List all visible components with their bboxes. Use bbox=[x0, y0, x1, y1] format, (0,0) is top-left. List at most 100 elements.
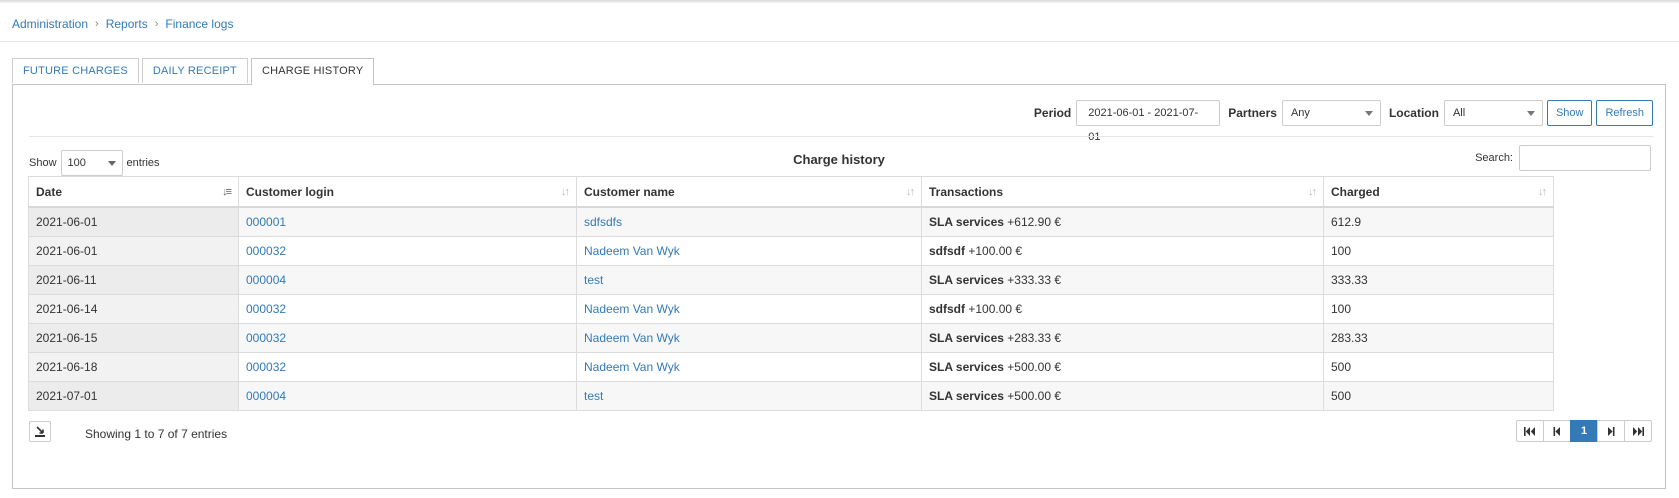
first-page-button[interactable] bbox=[1516, 420, 1544, 442]
tab-future-charges[interactable]: FUTURE CHARGES bbox=[12, 58, 139, 83]
pagination-info: Showing 1 to 7 of 7 entries bbox=[85, 427, 228, 441]
transaction-type: SLA services bbox=[929, 331, 1004, 345]
table-header-row: Date ↓≡ Customer login ↓↑ Customer name ↓↑ … bbox=[28, 176, 1554, 208]
name-cell: sdfsdfs bbox=[576, 206, 922, 237]
column-label: Charged bbox=[1331, 184, 1380, 199]
charge-history-table: Date ↓≡ Customer login ↓↑ Customer name ↓↑ … bbox=[28, 176, 1554, 411]
location-value: All bbox=[1452, 107, 1466, 119]
sort-icon: ↓↑ bbox=[561, 186, 570, 198]
transactions-cell: sdfsdf +100.00 € bbox=[921, 236, 1324, 266]
date-cell: 2021-06-01 bbox=[28, 236, 239, 266]
transaction-type: SLA services bbox=[929, 215, 1004, 229]
next-page-button[interactable] bbox=[1597, 420, 1625, 442]
partners-select[interactable]: Any bbox=[1281, 100, 1381, 126]
search-label: Search: bbox=[1475, 152, 1513, 164]
transactions-cell: SLA services +500.00 € bbox=[921, 381, 1324, 411]
charged-cell: 333.33 bbox=[1323, 265, 1554, 295]
date-cell: 2021-07-01 bbox=[28, 381, 239, 411]
location-select[interactable]: All bbox=[1443, 100, 1543, 126]
period-input[interactable]: 2021-06-01 - 2021-07-01 bbox=[1076, 100, 1221, 143]
customer-name-link[interactable]: Nadeem Van Wyk bbox=[584, 360, 680, 374]
customer-login-link[interactable]: 000004 bbox=[246, 273, 286, 287]
top-shadow bbox=[0, 0, 1679, 3]
caret-down-icon bbox=[1364, 111, 1373, 116]
login-cell: 000032 bbox=[238, 323, 577, 353]
filter-divider bbox=[29, 136, 1653, 137]
caret-down-icon bbox=[1526, 111, 1535, 116]
pagination: 1 bbox=[1516, 420, 1652, 442]
customer-name-link[interactable]: Nadeem Van Wyk bbox=[584, 331, 680, 345]
transactions-cell: sdfsdf +100.00 € bbox=[921, 294, 1324, 324]
refresh-button[interactable]: Refresh bbox=[1596, 100, 1653, 126]
chevron-right-icon: › bbox=[154, 18, 159, 30]
search-control: Search: bbox=[1475, 145, 1651, 171]
date-cell: 2021-06-15 bbox=[28, 323, 239, 353]
prev-page-icon bbox=[1553, 426, 1560, 436]
customer-name-link[interactable]: Nadeem Van Wyk bbox=[584, 302, 680, 316]
column-label: Date bbox=[36, 184, 63, 199]
customer-name-link[interactable]: test bbox=[584, 273, 603, 287]
table-row: 2021-06-15 000032 Nadeem Van Wyk SLA ser… bbox=[28, 323, 1554, 353]
partners-value: Any bbox=[1290, 107, 1310, 119]
charged-cell: 283.33 bbox=[1323, 323, 1554, 353]
login-cell: 000032 bbox=[238, 236, 577, 266]
next-page-icon bbox=[1608, 426, 1615, 436]
column-header-transactions[interactable]: Transactions ↓↑ bbox=[921, 176, 1324, 208]
last-page-button[interactable] bbox=[1624, 420, 1652, 442]
export-button[interactable] bbox=[29, 421, 51, 442]
customer-login-link[interactable]: 000001 bbox=[246, 215, 286, 229]
export-icon bbox=[35, 426, 45, 437]
customer-login-link[interactable]: 000032 bbox=[246, 244, 286, 258]
column-header-charged[interactable]: Charged ↓↑ bbox=[1323, 176, 1554, 208]
transaction-amount: +100.00 € bbox=[968, 244, 1023, 258]
first-page-icon bbox=[1524, 426, 1535, 436]
chevron-right-icon: › bbox=[95, 18, 99, 30]
prev-page-button[interactable] bbox=[1543, 420, 1571, 442]
tab-daily-receipt[interactable]: DAILY RECEIPT bbox=[141, 58, 248, 83]
search-input[interactable] bbox=[1519, 145, 1651, 171]
name-cell: Nadeem Van Wyk bbox=[576, 236, 922, 266]
filter-bar: Period 2021-06-01 - 2021-07-01 Partners … bbox=[1026, 99, 1653, 143]
name-cell: test bbox=[576, 381, 922, 411]
customer-login-link[interactable]: 000032 bbox=[246, 302, 286, 316]
table-row: 2021-06-11 000004 test SLA services +333… bbox=[28, 265, 1554, 295]
breadcrumb: Administration › Reports › Finance logs bbox=[12, 16, 233, 32]
transaction-type: SLA services bbox=[929, 389, 1004, 403]
period-label: Period bbox=[1033, 106, 1072, 120]
table-title: Charge history bbox=[793, 152, 885, 167]
customer-login-link[interactable]: 000032 bbox=[246, 360, 286, 374]
charged-cell: 500 bbox=[1323, 352, 1554, 382]
customer-login-link[interactable]: 000004 bbox=[246, 389, 286, 403]
date-cell: 2021-06-11 bbox=[28, 265, 239, 295]
customer-name-link[interactable]: Nadeem Van Wyk bbox=[584, 244, 680, 258]
login-cell: 000001 bbox=[238, 206, 577, 237]
transaction-amount: +333.33 € bbox=[1007, 273, 1061, 287]
page-1-button[interactable]: 1 bbox=[1570, 420, 1598, 442]
customer-name-link[interactable]: sdfsdfs bbox=[584, 215, 622, 229]
transactions-cell: SLA services +333.33 € bbox=[921, 265, 1324, 295]
last-page-icon bbox=[1633, 426, 1644, 436]
column-header-date[interactable]: Date ↓≡ bbox=[28, 176, 239, 208]
breadcrumb-administration[interactable]: Administration bbox=[12, 17, 88, 31]
charged-cell: 100 bbox=[1323, 236, 1554, 266]
column-label: Transactions bbox=[929, 184, 1004, 199]
tab-charge-history[interactable]: CHARGE HISTORY bbox=[250, 58, 375, 85]
column-header-customer-login[interactable]: Customer login ↓↑ bbox=[238, 176, 577, 208]
login-cell: 000004 bbox=[238, 265, 577, 295]
breadcrumb-reports[interactable]: Reports bbox=[106, 17, 148, 31]
customer-name-link[interactable]: test bbox=[584, 389, 603, 403]
column-header-customer-name[interactable]: Customer name ↓↑ bbox=[576, 176, 922, 208]
tab-bar: FUTURE CHARGES DAILY RECEIPT CHARGE HIST… bbox=[12, 58, 377, 85]
breadcrumb-finance-logs[interactable]: Finance logs bbox=[165, 17, 233, 31]
sort-icon: ↓↑ bbox=[1538, 186, 1547, 198]
transactions-cell: SLA services +612.90 € bbox=[921, 206, 1324, 237]
transactions-cell: SLA services +283.33 € bbox=[921, 323, 1324, 353]
transaction-amount: +283.33 € bbox=[1007, 331, 1061, 345]
transaction-amount: +612.90 € bbox=[1007, 215, 1061, 229]
name-cell: Nadeem Van Wyk bbox=[576, 352, 922, 382]
customer-login-link[interactable]: 000032 bbox=[246, 331, 286, 345]
column-label: Customer name bbox=[584, 184, 675, 199]
date-cell: 2021-06-14 bbox=[28, 294, 239, 324]
show-button[interactable]: Show bbox=[1546, 100, 1593, 126]
transactions-cell: SLA services +500.00 € bbox=[921, 352, 1324, 382]
